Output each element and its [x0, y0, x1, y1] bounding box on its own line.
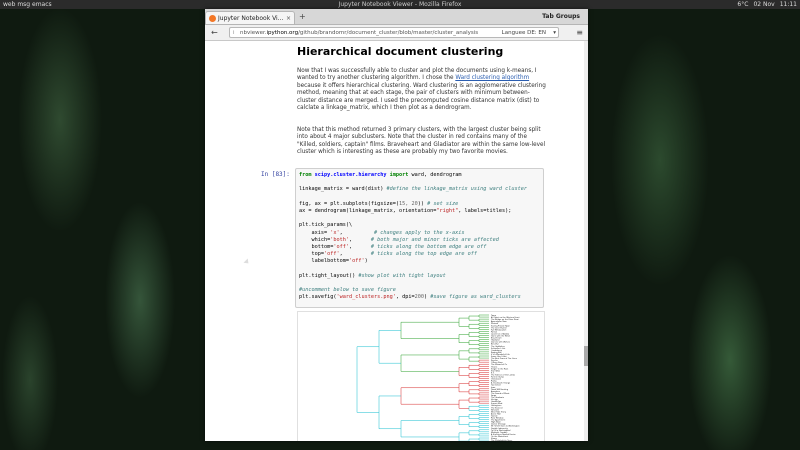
- tab-bar: Jupyter Notebook Vi... × + Tab Groups: [205, 9, 588, 25]
- taskbar-window-title: Jupyter Notebook Viewer - Mozilla Firefo…: [338, 1, 462, 8]
- close-icon[interactable]: ×: [286, 12, 291, 24]
- dendrogram-figure: TamoAll Quiet on the Western FrontThe Br…: [356, 314, 520, 441]
- back-icon[interactable]: ←: [211, 26, 218, 39]
- ward-algorithm-link[interactable]: Ward clustering algorithm: [455, 75, 529, 81]
- scrollbar-thumb[interactable]: [584, 346, 588, 366]
- section-heading: Hierarchical document clustering: [297, 45, 504, 58]
- navigation-toolbar: ← i nbviewer.ipython.org/github/brandomr…: [205, 25, 588, 41]
- weather-text: 6°C: [737, 1, 749, 8]
- tab-groups-button[interactable]: Tab Groups: [542, 11, 580, 22]
- site-info-icon[interactable]: i: [233, 28, 235, 37]
- scrollbar[interactable]: [584, 41, 588, 441]
- url-path: /github/brandomr/document_cluster/blob/m…: [298, 30, 479, 36]
- tab-jupyter-notebook-viewer[interactable]: Jupyter Notebook Vi... ×: [205, 11, 295, 24]
- taskbar-tray: 6°C 02 Nov 11:11: [737, 0, 797, 9]
- paragraph-cluster-notes: Note that this method returned 3 primary…: [297, 127, 546, 156]
- code-cell[interactable]: from scipy.cluster.hierarchy import ward…: [295, 168, 544, 308]
- paragraph-ward-intro: Now that I was successfully able to clus…: [297, 68, 546, 112]
- system-taskbar: web msg emacs Jupyter Notebook Viewer - …: [0, 0, 800, 9]
- url-prefix: nbviewer.: [240, 30, 267, 36]
- date-text: 02 Nov: [753, 1, 775, 8]
- url-bar[interactable]: i nbviewer.ipython.org/github/brandomr/d…: [229, 27, 559, 38]
- cell-prompt: In [83]:: [261, 171, 290, 178]
- tab-title: Jupyter Notebook Vi...: [218, 15, 284, 22]
- language-indicator[interactable]: Languee DE: EN: [501, 28, 546, 37]
- browser-window: Jupyter Notebook Vi... × + Tab Groups ← …: [205, 9, 588, 441]
- notebook-content: Hierarchical document clustering Now tha…: [205, 41, 588, 441]
- url-domain: ipython.org: [266, 30, 299, 36]
- new-tab-icon[interactable]: +: [299, 12, 306, 22]
- code-text[interactable]: from scipy.cluster.hierarchy import ward…: [296, 169, 543, 305]
- menu-icon[interactable]: ≡: [576, 26, 583, 39]
- dendrogram-leaf-label: The Philadelphia Story: [491, 439, 513, 441]
- clock-text: 11:11: [779, 1, 797, 8]
- jupyter-favicon-icon: [209, 15, 216, 22]
- chevron-down-icon[interactable]: ▾: [553, 28, 556, 37]
